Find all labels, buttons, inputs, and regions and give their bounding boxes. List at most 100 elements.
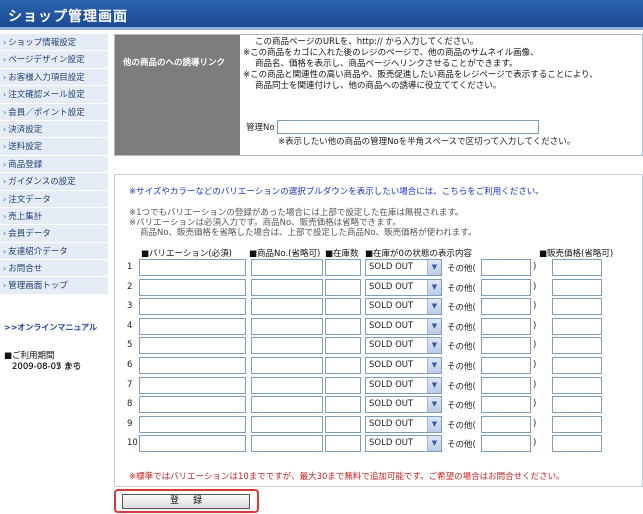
price-input[interactable] (552, 396, 602, 414)
stock-input[interactable] (325, 337, 361, 355)
other-text-input[interactable] (481, 278, 531, 296)
online-manual-link[interactable]: >>オンラインマニュアル (4, 322, 97, 333)
product-no-input[interactable] (251, 337, 323, 355)
variation-name-input[interactable] (139, 259, 246, 276)
zero-stock-select[interactable]: SOLD OUT ▼ (365, 435, 442, 453)
zero-stock-select[interactable]: SOLD OUT ▼ (365, 298, 442, 316)
other-text-input[interactable] (481, 415, 531, 433)
price-input[interactable] (552, 376, 602, 394)
stock-input[interactable] (325, 415, 361, 433)
other-text-input[interactable] (481, 337, 531, 355)
variation-name-input[interactable] (139, 317, 246, 335)
stock-input[interactable] (325, 376, 361, 394)
sidebar-item-label: 売上集計 (8, 211, 43, 222)
page-title: ショップ管理画面 (8, 9, 128, 25)
stock-input[interactable] (325, 317, 361, 335)
price-input[interactable] (552, 259, 602, 276)
other-close-paren: ) (533, 301, 537, 312)
zero-stock-select[interactable]: SOLD OUT ▼ (365, 357, 442, 374)
usage-period: ■ご利用期間 2009-08-05 から 2009-08-07 まで (4, 351, 81, 372)
chevron-right-icon: › (3, 55, 7, 65)
stock-input[interactable] (325, 278, 361, 296)
price-input[interactable] (552, 337, 602, 355)
variation-name-input[interactable] (139, 396, 246, 414)
sidebar-item[interactable]: › 送料設定 (0, 138, 108, 156)
variation-name-input[interactable] (139, 298, 246, 316)
variation-panel: ※サイズやカラーなどのバリエーションの選択プルダウンを表示したい場合には、こちら… (114, 174, 643, 487)
sidebar-item[interactable]: › 管理画面トップ (0, 277, 108, 295)
other-close-paren: ) (533, 438, 537, 449)
price-input[interactable] (552, 298, 602, 316)
other-text-input[interactable] (481, 317, 531, 335)
variation-name-input[interactable] (139, 376, 246, 394)
variation-row: 6 SOLD OUT ▼ その他() (115, 357, 643, 377)
variation-name-input[interactable] (139, 357, 246, 374)
sidebar-item[interactable]: › 注文確認メール設定 (0, 86, 108, 104)
chevron-down-icon: ▼ (427, 318, 441, 334)
other-text-input[interactable] (481, 298, 531, 316)
variation-name-input[interactable] (139, 278, 246, 296)
other-text-input[interactable] (481, 435, 531, 453)
price-input[interactable] (552, 278, 602, 296)
stock-input[interactable] (325, 357, 361, 374)
product-no-input[interactable] (251, 396, 323, 414)
sidebar-item[interactable]: › ショップ情報設定 (0, 34, 108, 52)
other-label: その他( (447, 283, 476, 294)
sidebar-item-label: 送料設定 (8, 142, 43, 153)
zero-stock-select[interactable]: SOLD OUT ▼ (365, 376, 442, 394)
variation-name-input[interactable] (139, 435, 246, 453)
sidebar-item[interactable]: › 売上集計 (0, 207, 108, 226)
zero-stock-select[interactable]: SOLD OUT ▼ (365, 337, 442, 355)
sidebar-item[interactable]: › 商品登録 (0, 155, 108, 174)
other-text-input[interactable] (481, 396, 531, 414)
sidebar-item[interactable]: › ガイダンスの設定 (0, 173, 108, 191)
price-input[interactable] (552, 435, 602, 453)
other-text-input[interactable] (481, 376, 531, 394)
product-no-input[interactable] (251, 259, 323, 276)
header-product-no: ■商品No.(省略可) (249, 249, 321, 259)
price-input[interactable] (552, 317, 602, 335)
row-number: 10 (127, 438, 138, 449)
description-line: ※この商品をカゴに入れた後のレジのページで、他の商品のサムネイル画像、 (243, 48, 539, 58)
product-no-input[interactable] (251, 376, 323, 394)
sidebar-item[interactable]: › 会員データ (0, 225, 108, 243)
other-close-paren: ) (533, 281, 537, 292)
price-input[interactable] (552, 415, 602, 433)
zero-stock-select[interactable]: SOLD OUT ▼ (365, 415, 442, 433)
zero-stock-select[interactable]: SOLD OUT ▼ (365, 396, 442, 414)
sidebar-item[interactable]: › お問合せ (0, 260, 108, 278)
sidebar-item[interactable]: › 会員／ポイント設定 (0, 103, 108, 121)
price-input[interactable] (552, 357, 602, 374)
sidebar-item[interactable]: › 注文データ (0, 190, 108, 208)
zero-stock-select-value: SOLD OUT (369, 360, 414, 370)
sidebar-item[interactable]: › ページデザイン設定 (0, 51, 108, 69)
product-no-input[interactable] (251, 278, 323, 296)
stock-input[interactable] (325, 259, 361, 276)
stock-input[interactable] (325, 396, 361, 414)
stock-input[interactable] (325, 298, 361, 316)
product-no-input[interactable] (251, 415, 323, 433)
zero-stock-select-value: SOLD OUT (369, 301, 414, 312)
zero-stock-select[interactable]: SOLD OUT ▼ (365, 317, 442, 335)
variation-name-input[interactable] (139, 337, 246, 355)
product-no-input[interactable] (251, 298, 323, 316)
zero-stock-select-value: SOLD OUT (369, 320, 414, 331)
other-label: その他( (447, 420, 476, 431)
chevron-down-icon: ▼ (427, 397, 441, 413)
product-no-input[interactable] (251, 317, 323, 335)
other-text-input[interactable] (481, 357, 531, 374)
stock-input[interactable] (325, 435, 361, 453)
zero-stock-select[interactable]: SOLD OUT ▼ (365, 259, 442, 276)
variation-name-input[interactable] (139, 415, 246, 433)
register-button[interactable]: 登録 (122, 494, 250, 509)
sidebar-item[interactable]: › 友達紹介データ (0, 242, 108, 261)
product-no-input[interactable] (251, 357, 323, 374)
product-no-input[interactable] (251, 435, 323, 453)
chevron-right-icon: › (3, 38, 7, 47)
management-no-input[interactable] (277, 120, 539, 134)
other-text-input[interactable] (481, 259, 531, 276)
sidebar-item[interactable]: › お客様入力項目設定 (0, 68, 108, 87)
zero-stock-select[interactable]: SOLD OUT ▼ (365, 278, 442, 296)
submit-highlight: 登録 (114, 489, 259, 513)
sidebar-item[interactable]: › 決済設定 (0, 120, 108, 139)
